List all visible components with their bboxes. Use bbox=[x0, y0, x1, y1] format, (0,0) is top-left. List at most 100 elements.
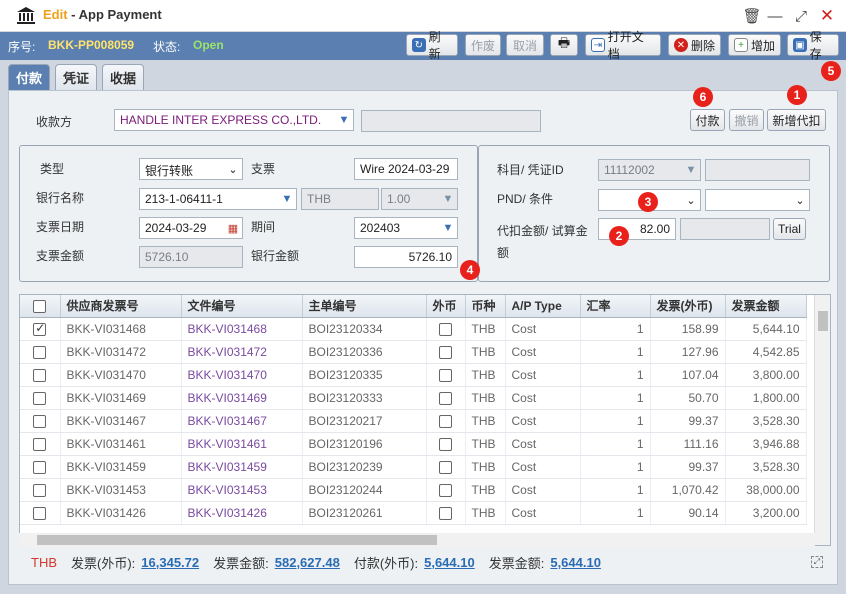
foreign-checkbox-cell[interactable] bbox=[426, 386, 466, 410]
col-invoice-amount[interactable]: 发票金额 bbox=[725, 295, 807, 318]
foreign-checkbox-cell[interactable] bbox=[426, 409, 466, 433]
bank-amount-input[interactable]: 5726.10 bbox=[354, 246, 458, 268]
table-row[interactable]: BKK-VI031470 BKK-VI031470 BOI23120335 THB Co… bbox=[20, 363, 807, 387]
minimize-icon[interactable]: — bbox=[765, 6, 785, 26]
foreign-checkbox[interactable] bbox=[439, 322, 452, 336]
file-no-cell[interactable]: BKK-VI031459 bbox=[181, 455, 303, 479]
total-invoice-amount[interactable]: 582,627.48 bbox=[275, 555, 340, 570]
row-select-checkbox[interactable] bbox=[33, 391, 47, 405]
vertical-scrollbar[interactable] bbox=[814, 295, 830, 545]
row-select-checkbox[interactable] bbox=[33, 483, 47, 497]
row-select-checkbox[interactable] bbox=[33, 345, 47, 359]
foreign-checkbox-cell[interactable] bbox=[426, 432, 466, 456]
table-row[interactable]: BKK-VI031426 BKK-VI031426 BOI23120261 THB Co… bbox=[20, 501, 807, 525]
print-button[interactable]: 🖶 bbox=[550, 34, 578, 56]
table-row[interactable]: BKK-VI031453 BKK-VI031453 BOI23120244 THB Co… bbox=[20, 478, 807, 502]
foreign-checkbox-cell[interactable] bbox=[426, 455, 466, 479]
row-checkbox[interactable] bbox=[20, 340, 61, 364]
select-all-checkbox[interactable] bbox=[33, 299, 47, 313]
bank-select[interactable]: 213-1-06411-1 ▼ bbox=[139, 188, 297, 210]
table-row[interactable]: BKK-VI031459 BKK-VI031459 BOI23120239 THB Co… bbox=[20, 455, 807, 479]
add-button[interactable]: + 增加 bbox=[728, 34, 781, 56]
col-master-no[interactable]: 主单编号 bbox=[302, 295, 427, 318]
file-no-cell[interactable]: BKK-VI031461 bbox=[181, 432, 303, 456]
col-currency[interactable]: 币种 bbox=[465, 295, 506, 318]
row-checkbox[interactable] bbox=[20, 317, 61, 341]
close-icon[interactable]: ✕ bbox=[817, 6, 837, 26]
row-checkbox[interactable] bbox=[20, 432, 61, 456]
foreign-checkbox[interactable] bbox=[439, 345, 452, 359]
row-select-checkbox[interactable] bbox=[33, 321, 47, 336]
scroll-thumb[interactable] bbox=[818, 311, 828, 331]
row-checkbox[interactable] bbox=[20, 501, 61, 525]
pay-button[interactable]: 付款 bbox=[690, 109, 725, 131]
file-no-cell[interactable]: BKK-VI031470 bbox=[181, 363, 303, 387]
col-vendor-invoice[interactable]: 供应商发票号 bbox=[60, 295, 182, 318]
open-document-button[interactable]: ⇥ 打开文档 bbox=[585, 30, 661, 61]
foreign-checkbox-cell[interactable] bbox=[426, 478, 466, 502]
delete-button[interactable]: ✕ 删除 bbox=[668, 34, 721, 56]
trash-icon[interactable]: 🗑 bbox=[742, 6, 762, 26]
foreign-checkbox-cell[interactable] bbox=[426, 501, 466, 525]
condition-select[interactable]: ⌄ bbox=[705, 189, 810, 211]
total-invoice-fx[interactable]: 16,345.72 bbox=[141, 555, 199, 570]
row-select-checkbox[interactable] bbox=[33, 506, 47, 520]
foreign-checkbox[interactable] bbox=[439, 506, 452, 520]
calendar-icon[interactable]: ▦ bbox=[224, 218, 242, 238]
select-all-header[interactable] bbox=[20, 295, 61, 318]
cheque-date-input[interactable]: 2024-03-29 ▦ bbox=[139, 217, 243, 239]
save-button[interactable]: ▣ 保存 bbox=[787, 30, 839, 61]
col-rate[interactable]: 汇率 bbox=[580, 295, 651, 318]
col-ap-type[interactable]: A/P Type bbox=[505, 295, 581, 318]
foreign-checkbox-cell[interactable] bbox=[426, 317, 466, 341]
tab-voucher[interactable]: 凭证 bbox=[55, 64, 97, 90]
file-no-cell[interactable]: BKK-VI031472 bbox=[181, 340, 303, 364]
trial-button[interactable]: Trial bbox=[773, 218, 806, 240]
tab-payment[interactable]: 付款 bbox=[8, 64, 50, 90]
foreign-checkbox[interactable] bbox=[439, 460, 452, 474]
total-payment-amount[interactable]: 5,644.10 bbox=[550, 555, 601, 570]
row-select-checkbox[interactable] bbox=[33, 368, 47, 382]
total-payment-fx[interactable]: 5,644.10 bbox=[424, 555, 475, 570]
row-select-checkbox[interactable] bbox=[33, 414, 47, 428]
col-invoice-fx[interactable]: 发票(外币) bbox=[650, 295, 726, 318]
file-no-cell[interactable]: BKK-VI031469 bbox=[181, 386, 303, 410]
expand-icon[interactable]: ⤢ bbox=[811, 556, 823, 568]
row-select-checkbox[interactable] bbox=[33, 460, 47, 474]
cancel-button[interactable]: 取消 bbox=[506, 34, 544, 56]
table-row[interactable]: BKK-VI031461 BKK-VI031461 BOI23120196 THB Co… bbox=[20, 432, 807, 456]
row-checkbox[interactable] bbox=[20, 478, 61, 502]
table-row[interactable]: BKK-VI031467 BKK-VI031467 BOI23120217 THB Co… bbox=[20, 409, 807, 433]
undo-button[interactable]: 撤销 bbox=[729, 109, 764, 131]
maximize-icon[interactable]: ⤢ bbox=[791, 6, 811, 26]
period-select[interactable]: 202403 ▼ bbox=[354, 217, 458, 239]
tab-receipt[interactable]: 收据 bbox=[102, 64, 144, 90]
payee-select[interactable]: HANDLE INTER EXPRESS CO.,LTD. ▼ bbox=[114, 109, 354, 131]
new-withholding-button[interactable]: 新增代扣 bbox=[767, 109, 826, 131]
row-checkbox[interactable] bbox=[20, 363, 61, 387]
foreign-checkbox[interactable] bbox=[439, 437, 452, 451]
row-checkbox[interactable] bbox=[20, 386, 61, 410]
row-checkbox[interactable] bbox=[20, 409, 61, 433]
foreign-checkbox-cell[interactable] bbox=[426, 340, 466, 364]
file-no-cell[interactable]: BKK-VI031468 bbox=[181, 317, 303, 341]
refresh-button[interactable]: ↻ 刷新 bbox=[406, 30, 458, 61]
scroll-thumb[interactable] bbox=[37, 535, 437, 545]
row-checkbox[interactable] bbox=[20, 455, 61, 479]
foreign-checkbox[interactable] bbox=[439, 414, 452, 428]
table-row[interactable]: BKK-VI031469 BKK-VI031469 BOI23120333 THB Co… bbox=[20, 386, 807, 410]
type-select[interactable]: 银行转账 ⌄ bbox=[139, 158, 243, 180]
col-foreign[interactable]: 外币 bbox=[426, 295, 466, 318]
file-no-cell[interactable]: BKK-VI031467 bbox=[181, 409, 303, 433]
foreign-checkbox[interactable] bbox=[439, 391, 452, 405]
foreign-checkbox[interactable] bbox=[439, 483, 452, 497]
void-button[interactable]: 作废 bbox=[465, 34, 501, 56]
file-no-cell[interactable]: BKK-VI031426 bbox=[181, 501, 303, 525]
foreign-checkbox-cell[interactable] bbox=[426, 363, 466, 387]
row-select-checkbox[interactable] bbox=[33, 437, 47, 451]
cheque-input[interactable]: Wire 2024-03-29 bbox=[354, 158, 458, 180]
file-no-cell[interactable]: BKK-VI031453 bbox=[181, 478, 303, 502]
table-row[interactable]: BKK-VI031472 BKK-VI031472 BOI23120336 THB Co… bbox=[20, 340, 807, 364]
horizontal-scrollbar[interactable] bbox=[19, 533, 815, 547]
foreign-checkbox[interactable] bbox=[439, 368, 452, 382]
